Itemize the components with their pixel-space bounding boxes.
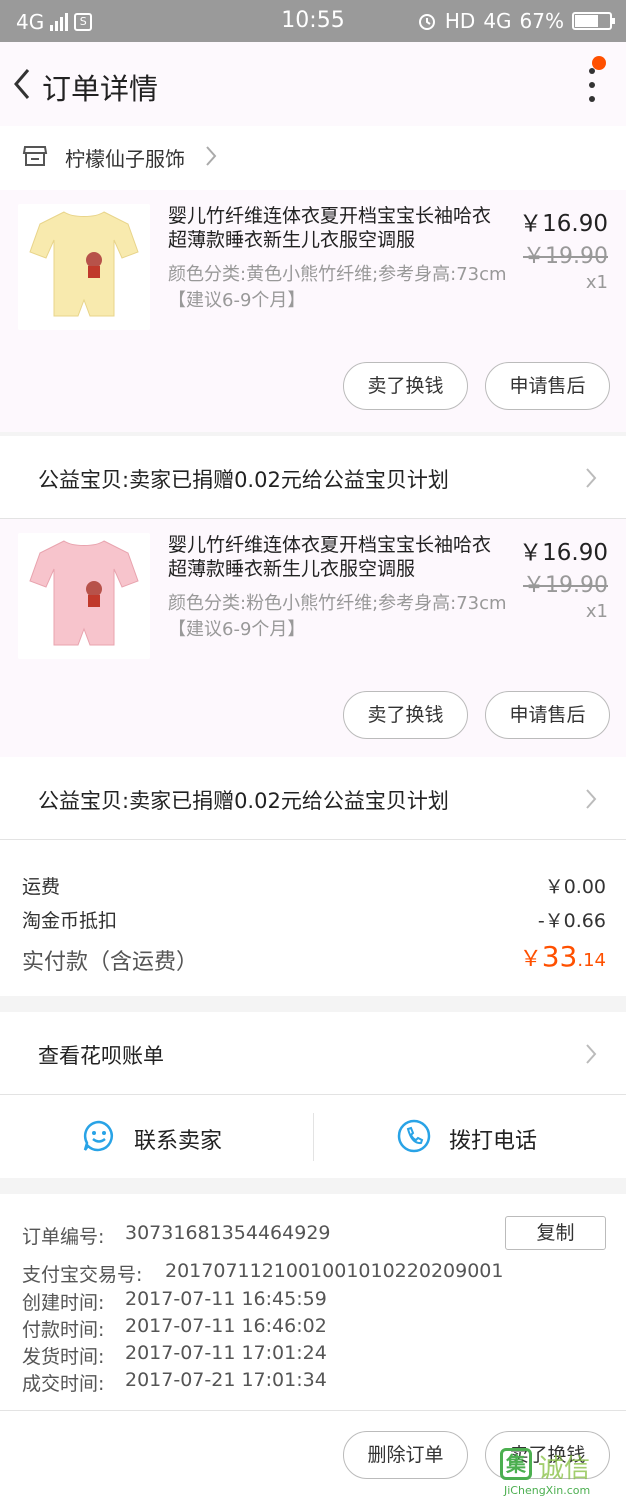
phone-icon [397,1119,431,1153]
shipping-value: ￥0.00 [544,876,606,898]
chat-bubble-icon [83,1120,113,1152]
copy-button[interactable]: 复制 [505,1216,606,1250]
chevron-right-icon [586,468,597,488]
product-quantity: x1 [585,601,608,622]
product-title[interactable]: 婴儿竹纤维连体衣夏开档宝宝长袖哈衣超薄款睡衣新生儿衣服空调服 [168,204,508,252]
done-row: 成交时间: 2017-07-21 17:01:34 [22,1369,327,1396]
order-item: 婴儿竹纤维连体衣夏开档宝宝长袖哈衣超薄款睡衣新生儿衣服空调服 颜色分类:粉色小熊… [0,519,626,757]
product-thumbnail[interactable] [18,204,150,330]
alarm-icon [418,14,435,30]
charity-row[interactable]: 公益宝贝:卖家已捐赠0.02元给公益宝贝计划 [0,436,626,520]
delete-order-button[interactable]: 删除订单 [343,1431,468,1479]
onesie-image [29,540,139,646]
product-title[interactable]: 婴儿竹纤维连体衣夏开档宝宝长袖哈衣超薄款睡衣新生儿衣服空调服 [168,533,508,581]
total-dec: .14 [577,950,606,971]
onesie-image [29,211,139,317]
product-spec: 颜色分类:粉色小熊竹纤维;参考身高:73cm【建议6-9个月】 [168,593,507,640]
page-title: 订单详情 [42,72,159,106]
paid-row: 付款时间: 2017-07-11 16:46:02 [22,1315,327,1342]
product-spec: 颜色分类:黄色小熊竹纤维;参考身高:73cm【建议6-9个月】 [168,264,507,311]
shop-row[interactable]: 柠檬仙子服饰 [0,126,626,190]
order-number-value: 30731681354464929 [125,1222,331,1244]
after-sale-button[interactable]: 申请售后 [485,362,610,410]
charity-row[interactable]: 公益宝贝:卖家已捐赠0.02元给公益宝贝计划 [0,757,626,841]
battery-icon [572,12,615,30]
cost-summary: 运费 ￥0.00 淘金币抵扣 -￥0.66 实付款（含运费） ￥33.14 [0,840,626,996]
order-number-row: 订单编号: 30731681354464929 [22,1222,331,1249]
coin-label: 淘金币抵扣 [22,910,118,932]
call-button[interactable]: 拨打电话 [313,1095,626,1179]
alipay-row: 支付宝交易号: 2017071121001001010220209001 [22,1260,503,1287]
chevron-right-icon [206,146,217,166]
watermark-logo: 集 [500,1448,532,1480]
contact-seller-button[interactable]: 联系卖家 [0,1095,313,1179]
product-thumbnail[interactable] [18,533,150,659]
charity-text: 公益宝贝:卖家已捐赠0.02元给公益宝贝计划 [38,789,449,813]
huabei-bill-row[interactable]: 查看花呗账单 [0,1012,626,1094]
total-label: 实付款（含运费） [22,950,199,975]
created-value: 2017-07-11 16:45:59 [125,1288,327,1310]
product-price: ￥16.90 [519,211,608,237]
order-number-label: 订单编号: [22,1226,105,1248]
total-row: 实付款（含运费） ￥33.14 [22,940,606,976]
total-int: 33 [541,940,578,973]
more-menu-icon[interactable] [588,68,596,102]
status-right: HD 4G 67% [417,9,615,33]
shipping-label: 运费 [22,876,61,898]
product-price: ￥16.90 [519,540,608,566]
product-original-price: ￥19.90 [523,244,608,269]
done-value: 2017-07-21 17:01:34 [125,1369,327,1391]
huabei-text: 查看花呗账单 [38,1044,164,1068]
shipped-row: 发货时间: 2017-07-11 17:01:24 [22,1342,327,1369]
shipped-value: 2017-07-11 17:01:24 [125,1342,327,1364]
watermark-url: JiChengXin.com [504,1484,591,1497]
product-original-price: ￥19.90 [523,573,608,598]
watermark-text: 诚信 [538,1454,591,1484]
alipay-value: 2017071121001001010220209001 [165,1260,504,1282]
status-bar: 4G S 10:55 HD 4G 67% [0,0,626,42]
chevron-right-icon [586,1044,597,1064]
network2-label: 4G [483,9,512,33]
sell-button[interactable]: 卖了换钱 [343,691,468,739]
store-icon [22,146,48,166]
charity-text: 公益宝贝:卖家已捐赠0.02元给公益宝贝计划 [38,468,449,492]
total-value: ￥33.14 [520,940,606,973]
order-info: 订单编号: 30731681354464929 复制 支付宝交易号: 20170… [0,1194,626,1410]
battery-label: 67% [519,9,564,33]
contact-seller-label: 联系卖家 [134,1129,223,1154]
created-row: 创建时间: 2017-07-11 16:45:59 [22,1288,327,1315]
shop-name: 柠檬仙子服饰 [65,147,185,171]
coin-discount-row: 淘金币抵扣 -￥0.66 [22,906,606,933]
total-currency: ￥ [519,947,542,972]
shipping-row: 运费 ￥0.00 [22,872,606,899]
shipped-label: 发货时间: [22,1346,105,1368]
coin-value: -￥0.66 [537,910,606,932]
created-label: 创建时间: [22,1292,105,1314]
paid-label: 付款时间: [22,1319,105,1341]
watermark: 集 诚信 JiChengXin.com [500,1448,620,1497]
contact-bar: 联系卖家 拨打电话 [0,1094,626,1178]
call-label: 拨打电话 [449,1129,538,1154]
hd-label: HD [444,9,476,33]
notification-dot [592,56,606,70]
sell-button[interactable]: 卖了换钱 [343,362,468,410]
order-item: 婴儿竹纤维连体衣夏开档宝宝长袖哈衣超薄款睡衣新生儿衣服空调服 颜色分类:黄色小熊… [0,190,626,432]
alipay-label: 支付宝交易号: [22,1264,143,1286]
product-quantity: x1 [585,272,608,293]
done-label: 成交时间: [22,1373,105,1395]
nav-header: 订单详情 [0,42,626,126]
chevron-right-icon [586,789,597,809]
paid-value: 2017-07-11 16:46:02 [125,1315,327,1337]
back-arrow-icon[interactable] [10,66,34,102]
after-sale-button[interactable]: 申请售后 [485,691,610,739]
